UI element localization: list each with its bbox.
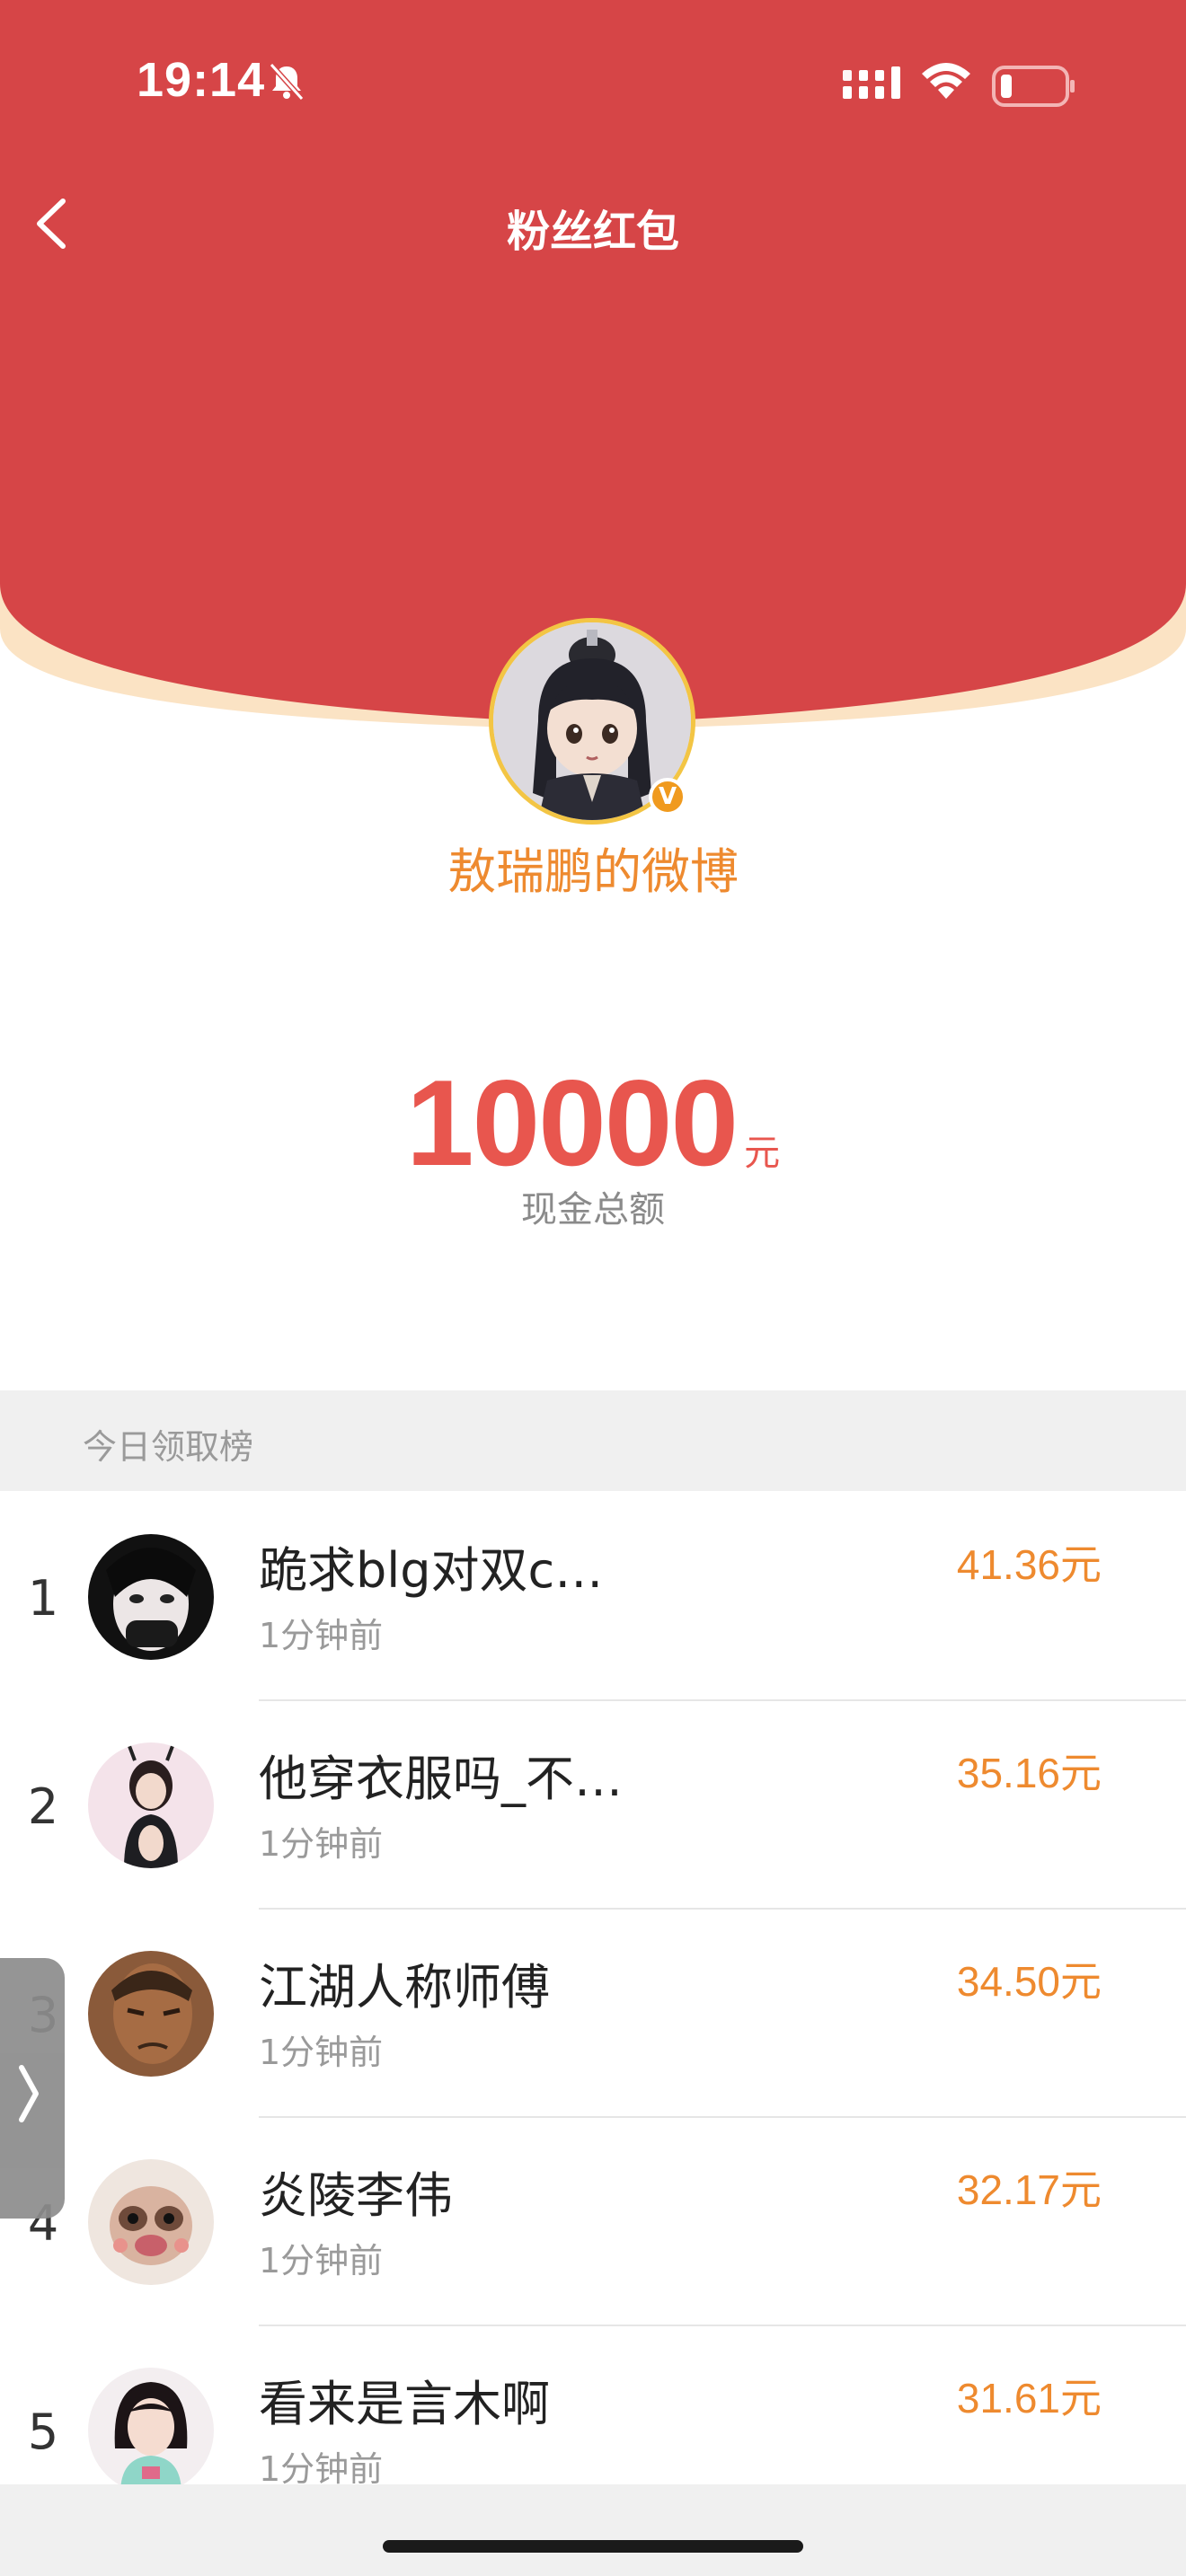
user-name: 炎陵李伟 <box>259 2167 453 2224</box>
user-avatar[interactable] <box>88 2368 214 2493</box>
claim-amount: 34.50元 <box>956 1958 1102 2005</box>
leaderboard-header: 今日领取榜 <box>0 1390 1186 1491</box>
user-avatar-image <box>88 2159 214 2285</box>
leaderboard-row[interactable]: 2 他穿衣服吗_不… 1分钟前 35.16元 <box>0 1701 1186 1910</box>
leaderboard-row[interactable]: 4 炎陵李伟 1分钟前 32.17元 <box>0 2118 1186 2326</box>
claim-time: 1分钟前 <box>259 2241 384 2280</box>
claim-time: 1分钟前 <box>259 1824 384 1864</box>
user-avatar[interactable] <box>88 1742 214 1868</box>
claim-amount: 32.17元 <box>956 2166 1102 2213</box>
leaderboard-title: 今日领取榜 <box>83 1427 254 1467</box>
user-avatar-image <box>88 1534 214 1660</box>
verified-badge: V <box>649 778 686 816</box>
user-avatar-image <box>88 1742 214 1868</box>
claim-time: 1分钟前 <box>259 2033 384 2072</box>
claim-time: 1分钟前 <box>259 2449 384 2489</box>
battery-icon <box>992 66 1075 107</box>
user-name: 他穿衣服吗_不… <box>259 1751 623 1807</box>
cellular-signal-icon <box>843 66 900 99</box>
rank-number: 2 <box>27 1778 59 1835</box>
user-avatar[interactable] <box>88 1951 214 2077</box>
rank-number: 1 <box>27 1570 59 1627</box>
wifi-icon <box>922 63 970 99</box>
page-title: 粉丝红包 <box>506 207 679 257</box>
claim-amount: 35.16元 <box>956 1750 1102 1796</box>
total-amount: 10000 元 <box>0 1053 1186 1193</box>
user-avatar[interactable] <box>88 1534 214 1660</box>
user-avatar-image <box>88 2368 214 2493</box>
status-time: 19:14 <box>137 53 266 107</box>
status-bar: 19:14 <box>0 0 1186 171</box>
silent-bell-icon <box>269 62 305 101</box>
leaderboard-row[interactable]: 3 江湖人称师傅 1分钟前 34.50元 <box>0 1910 1186 2118</box>
total-amount-unit: 元 <box>744 1133 781 1174</box>
total-amount-label: 现金总额 <box>521 1189 665 1231</box>
leaderboard-row[interactable]: 1 跪求blg对双c… 1分钟前 41.36元 <box>0 1493 1186 1701</box>
leaderboard-list: 1 跪求blg对双c… 1分钟前 41.36元 2 他穿衣服吗_不… 1分钟前 … <box>0 1493 1186 2535</box>
bottom-bar <box>0 2484 1186 2576</box>
claim-amount: 31.61元 <box>956 2375 1102 2422</box>
chevron-right-icon <box>19 2065 39 2122</box>
home-indicator[interactable] <box>383 2540 803 2553</box>
user-name: 看来是言木啊 <box>259 2376 550 2432</box>
total-amount-value: 10000 <box>405 1054 739 1191</box>
side-drawer-handle[interactable] <box>0 1958 65 2219</box>
user-avatar-image <box>88 1951 214 2077</box>
owner-name[interactable]: 敖瑞鹏的微博 <box>0 832 1186 903</box>
user-avatar[interactable] <box>88 2159 214 2285</box>
claim-amount: 41.36元 <box>956 1541 1102 1588</box>
user-name: 江湖人称师傅 <box>259 1959 550 2016</box>
user-name: 跪求blg对双c… <box>259 1542 604 1599</box>
rank-number: 5 <box>27 2404 59 2460</box>
claim-time: 1分钟前 <box>259 1616 384 1655</box>
